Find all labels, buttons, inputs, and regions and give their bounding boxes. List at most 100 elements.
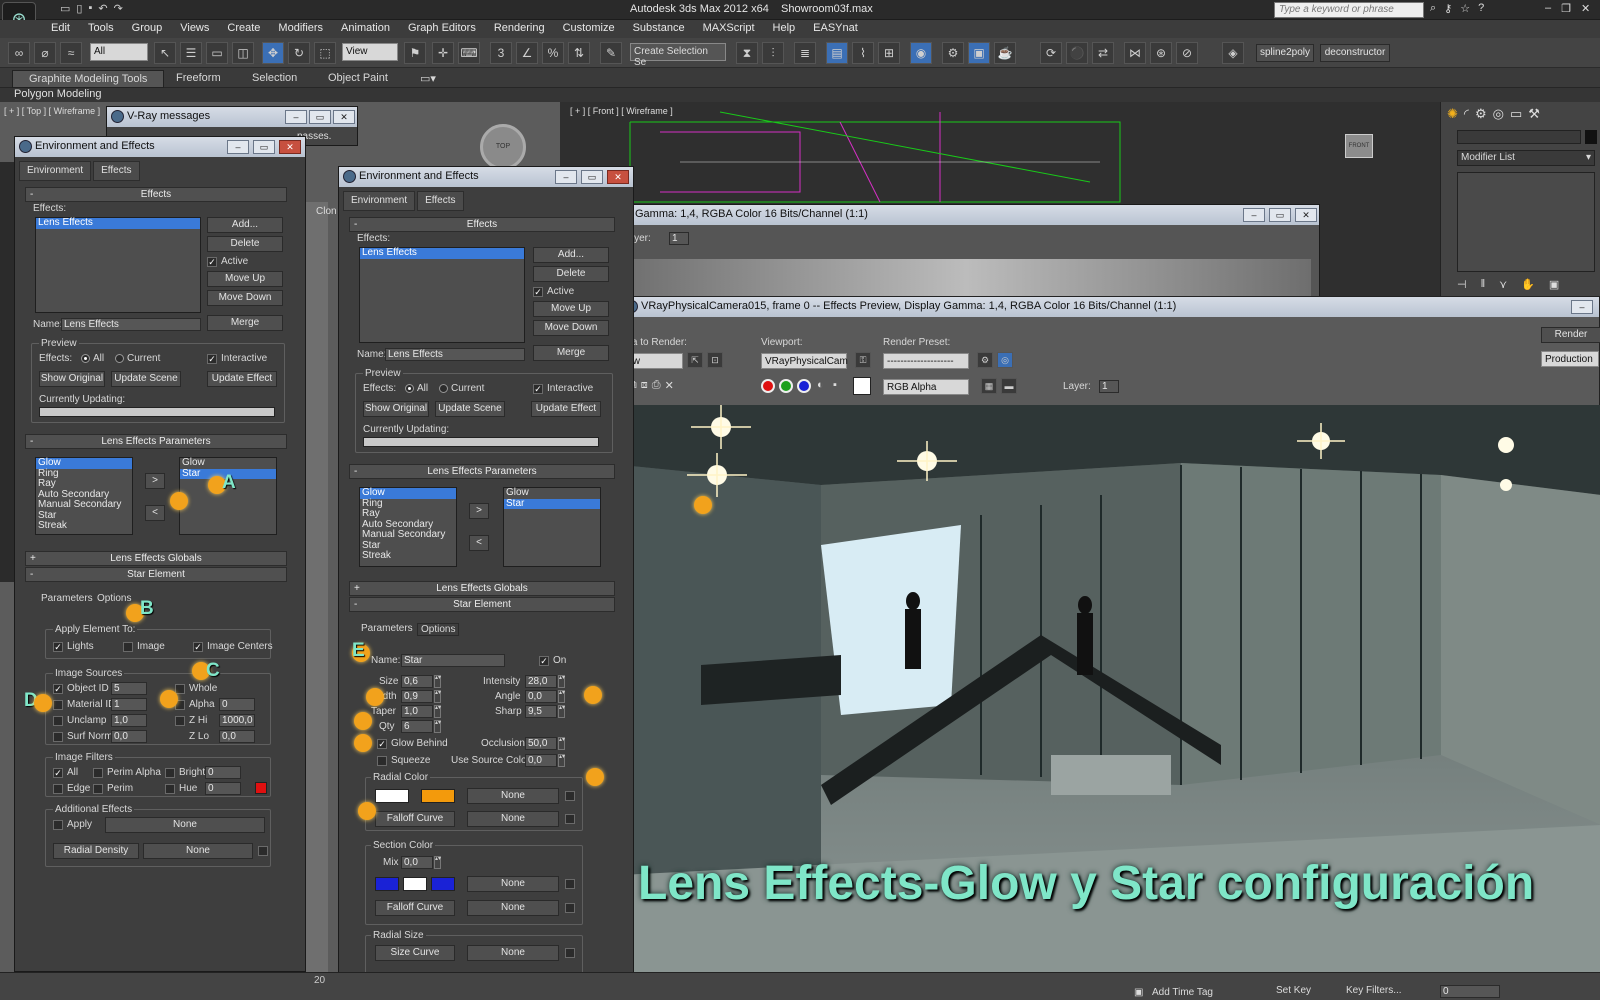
env-left-update-effect-button[interactable]: Update Effect (207, 371, 277, 387)
graphite-toggle-icon[interactable]: ▤ (826, 42, 848, 64)
bind-spacewarp-icon[interactable]: ≈ (60, 42, 82, 64)
close-icon[interactable]: ✕ (1581, 2, 1590, 15)
select-object-icon[interactable]: ↖ (154, 42, 176, 64)
menu-rendering[interactable]: Rendering (485, 20, 554, 38)
env-left-alpha-field[interactable]: 0 (219, 698, 255, 711)
selection-filter[interactable]: All (90, 43, 148, 61)
env-right-radial-color-map-checkbox[interactable] (565, 791, 575, 801)
reference-coord-dropdown[interactable]: View (342, 43, 398, 61)
clone-frame-icon[interactable]: ⧈ (641, 379, 648, 392)
vray-close-button[interactable]: ✕ (333, 110, 355, 124)
env-right-effects-list[interactable]: Lens Effects (359, 247, 525, 343)
env-right-section-color-1-swatch[interactable] (375, 877, 399, 891)
menu-modifiers[interactable]: Modifiers (269, 20, 332, 38)
viewcube-top[interactable]: TOP (480, 124, 526, 170)
render-production-icon[interactable]: ☕ (994, 42, 1016, 64)
menu-tools[interactable]: Tools (79, 20, 123, 38)
env-right-use-source-color-field[interactable]: 0,0 (525, 754, 557, 767)
env-right-parameters-tab[interactable]: Parameters (361, 623, 413, 634)
env-right-size-curve-button[interactable]: Size Curve (375, 945, 455, 961)
ribbon-tab-graphite[interactable]: Graphite Modeling Tools (12, 70, 165, 88)
align-icon[interactable]: ⫶ (762, 42, 784, 64)
display-tab-icon[interactable]: ▭ (1510, 106, 1522, 122)
env-right-add-button[interactable]: Add... (533, 247, 609, 263)
ribbon-tab-freeform[interactable]: Freeform (176, 72, 221, 84)
undo-icon[interactable]: ↶ (98, 2, 107, 15)
object-name-field[interactable] (1457, 130, 1581, 144)
add-time-tag-label[interactable]: Add Time Tag (1152, 987, 1213, 998)
env-left-active-elements-list[interactable]: Glow Star (179, 457, 277, 535)
env-right-width-spinner[interactable]: ▴▾ (434, 690, 441, 703)
remove-modifier-icon[interactable]: ✋ (1521, 278, 1535, 291)
env-left-show-original-button[interactable]: Show Original (39, 371, 105, 387)
percent-snap-icon[interactable]: % (542, 42, 564, 64)
make-unique-icon[interactable]: ⋎ (1499, 278, 1507, 291)
show-end-result-icon[interactable]: ‖ (1481, 278, 1486, 291)
render-button[interactable]: Render (1541, 327, 1600, 343)
env-left-unclamp-field[interactable]: 1,0 (111, 714, 147, 727)
new-file-icon[interactable]: ▭ (60, 2, 70, 15)
pivot-icon[interactable]: ⚑ (404, 42, 426, 64)
env-left-bright-checkbox[interactable] (165, 768, 175, 778)
env-left-add-element-button[interactable]: > (145, 473, 165, 489)
env-left-move-down-button[interactable]: Move Down (207, 290, 283, 306)
env-right-tab-environment[interactable]: Environment (343, 191, 416, 211)
env-right-falloff-map-checkbox[interactable] (565, 814, 575, 824)
env-left-name-field[interactable]: Lens Effects (61, 318, 201, 331)
save-icon[interactable]: ▪ (88, 2, 92, 15)
spinner-snap-icon[interactable]: ⇅ (568, 42, 590, 64)
script-tool-icon-5[interactable]: ⊛ (1150, 42, 1172, 64)
list-item[interactable]: Star (504, 498, 600, 509)
window-crossing-icon[interactable]: ◫ (232, 42, 254, 64)
env-right-on-checkbox[interactable]: ✓ (539, 656, 549, 666)
env-right-falloff-map-button[interactable]: None (467, 811, 559, 827)
vray-maximize-button[interactable]: ▭ (309, 110, 331, 124)
env-left-unclamp-checkbox[interactable] (53, 716, 63, 726)
env-right-mix-spinner[interactable]: ▴▾ (434, 856, 441, 869)
schematic-view-icon[interactable]: ⊞ (878, 42, 900, 64)
env-left-hue-checkbox[interactable] (165, 784, 175, 794)
env-left-parameters-tab[interactable]: Parameters (41, 593, 93, 604)
env-right-sharp-field[interactable]: 9,5 (525, 705, 557, 718)
env-right-section-color-3-swatch[interactable] (431, 877, 455, 891)
env-right-globals-rollout[interactable]: + Lens Effects Globals (349, 581, 615, 596)
spline2poly-button[interactable]: spline2poly (1256, 44, 1314, 62)
env-left-active-checkbox[interactable]: ✓ (207, 257, 217, 267)
open-file-icon[interactable]: ▯ (76, 2, 82, 15)
env-right-glow-behind-checkbox[interactable]: ✓ (377, 739, 387, 749)
env-left-all-radio[interactable] (81, 354, 90, 363)
env-right-move-down-button[interactable]: Move Down (533, 320, 609, 336)
env-right-name-field[interactable]: Lens Effects (385, 348, 525, 361)
env-left-tab-effects[interactable]: Effects (93, 161, 140, 181)
set-key-button[interactable]: Set Key (1276, 985, 1311, 996)
env-right-radial-color-2-swatch[interactable] (421, 789, 455, 803)
modifier-stack[interactable] (1457, 172, 1595, 272)
env-left-whole-checkbox[interactable] (175, 684, 185, 694)
env-left-perim-alpha-checkbox[interactable] (93, 768, 103, 778)
env-right-falloff-map2-checkbox[interactable] (565, 903, 575, 913)
move-icon[interactable]: ✥ (262, 42, 284, 64)
env-left-material-id-field[interactable]: 1 (111, 698, 147, 711)
toggle-ui-icon[interactable]: ▬ (1001, 378, 1017, 394)
env-right-effects-rollout[interactable]: - Effects (349, 217, 615, 232)
env-right-size-spinner[interactable]: ▴▾ (434, 675, 441, 688)
production-dropdown[interactable]: Production (1541, 351, 1599, 367)
script-tool-icon-1[interactable]: ⟳ (1040, 42, 1062, 64)
env-right-remove-element-button[interactable]: < (469, 535, 489, 551)
env-right-sharp-spinner[interactable]: ▴▾ (558, 705, 565, 718)
named-selection-set[interactable]: Create Selection Se (630, 43, 726, 68)
curve-editor-icon[interactable]: ⌇ (852, 42, 874, 64)
env-right-maximize-button[interactable]: ▭ (581, 170, 603, 184)
key-icon[interactable]: ⚷ (1444, 2, 1452, 15)
env-left-globals-rollout[interactable]: + Lens Effects Globals (25, 551, 287, 566)
env-right-element-name-field[interactable]: Star (401, 654, 505, 667)
env-left-zhi-field[interactable]: 1000,0 (219, 714, 255, 727)
render-setup-icon[interactable]: ⚙ (942, 42, 964, 64)
env-right-delete-button[interactable]: Delete (533, 266, 609, 282)
green-channel-toggle[interactable] (779, 379, 793, 393)
menu-views[interactable]: Views (171, 20, 218, 38)
env-left-material-id-checkbox[interactable] (53, 700, 63, 710)
list-item[interactable]: Glow (360, 487, 456, 499)
rendered-frame-icon[interactable]: ▣ (968, 42, 990, 64)
link-icon[interactable]: ∞ (8, 42, 30, 64)
